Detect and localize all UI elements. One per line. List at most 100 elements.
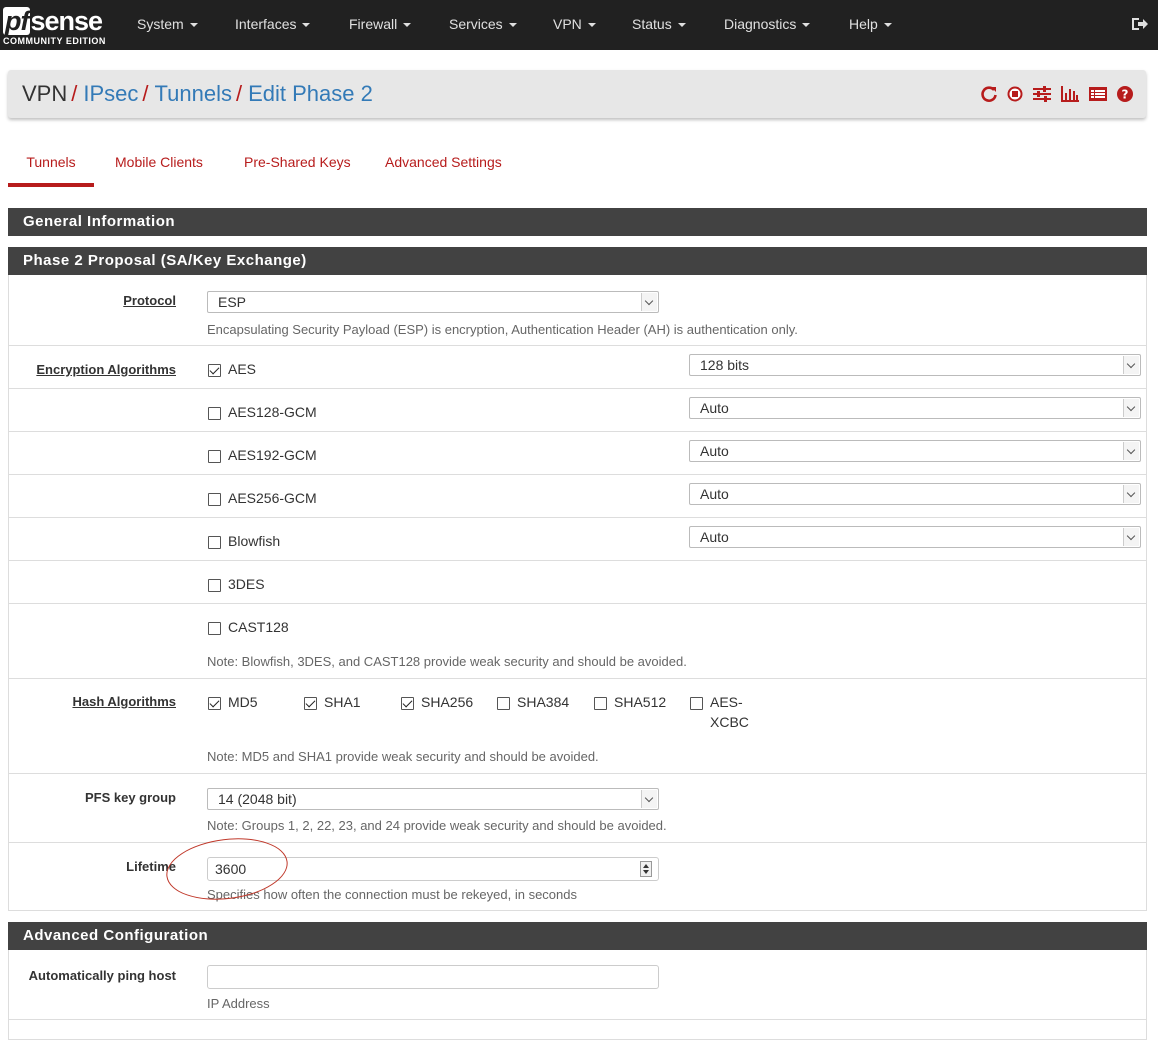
aes-xcbc-checkbox[interactable] <box>690 697 703 710</box>
md5-checkbox[interactable] <box>208 697 221 710</box>
aes-checkbox[interactable] <box>208 364 221 377</box>
aes192gcm-label: AES192-GCM <box>228 447 317 463</box>
spinner-arrows-icon[interactable] <box>640 861 652 877</box>
panel-header-advanced[interactable]: Advanced Configuration <box>8 922 1147 950</box>
md5-label: MD5 <box>228 694 258 710</box>
encryption-row-3des: 3DES <box>9 561 1146 604</box>
tab-pre-shared-keys[interactable]: Pre-Shared Keys <box>244 140 351 187</box>
aes-xcbc-label: AES- <box>710 694 743 710</box>
breadcrumb: VPN / IPsec / Tunnels / Edit Phase 2 <box>22 80 373 108</box>
svg-text:?: ? <box>1122 88 1129 102</box>
chevron-down-icon <box>641 293 657 311</box>
lifetime-row: Lifetime 3600 Specifies how often the co… <box>9 843 1146 910</box>
aes128gcm-checkbox[interactable] <box>208 407 221 420</box>
breadcrumb-edit-phase-2[interactable]: Edit Phase 2 <box>248 81 373 106</box>
pfs-note: Note: Groups 1, 2, 22, 23, and 24 provid… <box>207 818 667 833</box>
caret-down-icon <box>189 23 198 28</box>
sha512-label: SHA512 <box>614 694 667 710</box>
breadcrumb-separator: / <box>71 81 78 106</box>
caret-down-icon <box>677 23 686 28</box>
stop-service-icon[interactable] <box>1006 85 1024 105</box>
lifetime-input[interactable]: 3600 <box>207 857 659 881</box>
blowfish-keylen-select[interactable]: Auto <box>689 526 1141 548</box>
pfs-select[interactable]: 14 (2048 bit) <box>207 788 659 810</box>
pfsense-logo[interactable]: pfsense COMMUNITY EDITION <box>3 5 113 47</box>
cast128-checkbox[interactable] <box>208 622 221 635</box>
pfs-label: PFS key group <box>84 790 176 805</box>
chevron-down-icon <box>1123 399 1139 417</box>
breadcrumb-ipsec[interactable]: IPsec <box>83 81 138 106</box>
sha384-label: SHA384 <box>517 694 570 710</box>
phase2-panel: Protocol ESP Encapsulating Security Payl… <box>8 275 1147 911</box>
logout-icon[interactable] <box>1130 15 1148 33</box>
caret-down-icon <box>802 23 811 28</box>
hash-label: Hash Algorithms <box>72 694 176 709</box>
3des-checkbox[interactable] <box>208 579 221 592</box>
aes192gcm-checkbox[interactable] <box>208 450 221 463</box>
toolbar: ? <box>980 85 1134 105</box>
encryption-row-blowfish: Blowfish Auto <box>9 518 1146 561</box>
ping-host-input[interactable] <box>207 965 659 989</box>
caret-down-icon <box>302 23 311 28</box>
sha1-checkbox[interactable] <box>304 697 317 710</box>
list-log-icon[interactable] <box>1088 85 1108 105</box>
aes256gcm-checkbox[interactable] <box>208 493 221 506</box>
advanced-panel: Automatically ping host IP Address <box>8 950 1147 1040</box>
panel-header-general[interactable]: General Information <box>8 208 1147 236</box>
breadcrumb-separator: / <box>142 81 149 106</box>
encryption-row-cast128: CAST128 Note: Blowfish, 3DES, and CAST12… <box>9 604 1146 679</box>
caret-down-icon <box>508 23 517 28</box>
sliders-icon[interactable] <box>1032 85 1052 105</box>
logo-prefix: pf <box>3 6 31 36</box>
help-icon[interactable]: ? <box>1116 85 1134 105</box>
aes-label: AES <box>228 361 257 377</box>
breadcrumb-vpn: VPN <box>22 81 68 106</box>
nav-vpn[interactable]: VPN <box>553 0 596 50</box>
chevron-down-icon <box>1123 442 1139 460</box>
cast128-label: CAST128 <box>228 619 289 635</box>
tab-advanced-settings[interactable]: Advanced Settings <box>385 140 502 187</box>
breadcrumb-separator: / <box>235 81 243 106</box>
aes128gcm-keylen-select[interactable]: Auto <box>689 397 1141 419</box>
tab-bar: Tunnels Mobile Clients Pre-Shared Keys A… <box>8 140 1148 187</box>
logo-edition: COMMUNITY EDITION <box>3 36 106 46</box>
blowfish-checkbox[interactable] <box>208 536 221 549</box>
encryption-row-aes256gcm: AES256-GCM Auto <box>9 475 1146 518</box>
sha256-checkbox[interactable] <box>401 697 414 710</box>
tab-mobile-clients[interactable]: Mobile Clients <box>115 140 203 187</box>
sha512-checkbox[interactable] <box>594 697 607 710</box>
encryption-label: Encryption Algorithms <box>36 362 176 377</box>
nav-diagnostics[interactable]: Diagnostics <box>724 0 811 50</box>
aes-keylen-select[interactable]: 128 bits <box>689 354 1141 376</box>
pfs-row: PFS key group 14 (2048 bit) Note: Groups… <box>9 774 1146 843</box>
blowfish-label: Blowfish <box>228 533 281 549</box>
protocol-select[interactable]: ESP <box>207 291 659 313</box>
ping-host-label: Automatically ping host <box>28 968 176 983</box>
caret-down-icon <box>403 23 412 28</box>
breadcrumb-tunnels[interactable]: Tunnels <box>155 81 232 106</box>
caret-down-icon <box>587 23 596 28</box>
chevron-down-icon <box>641 790 657 808</box>
bar-chart-icon[interactable] <box>1060 85 1080 105</box>
nav-system[interactable]: System <box>137 0 198 50</box>
aes192gcm-keylen-select[interactable]: Auto <box>689 440 1141 462</box>
hash-row: Hash Algorithms MD5 SHA1 SHA256 SHA384 S… <box>9 679 1146 774</box>
restart-service-icon[interactable] <box>980 85 998 105</box>
protocol-row: Protocol ESP Encapsulating Security Payl… <box>9 275 1146 346</box>
aes128gcm-label: AES128-GCM <box>228 404 317 420</box>
aes-xcbc-label-line2: XCBC <box>710 714 749 730</box>
nav-interfaces[interactable]: Interfaces <box>235 0 311 50</box>
protocol-label: Protocol <box>123 293 176 308</box>
panel-header-phase2[interactable]: Phase 2 Proposal (SA/Key Exchange) <box>8 247 1147 275</box>
aes256gcm-keylen-select[interactable]: Auto <box>689 483 1141 505</box>
nav-help[interactable]: Help <box>849 0 892 50</box>
nav-firewall[interactable]: Firewall <box>349 0 412 50</box>
nav-status[interactable]: Status <box>632 0 686 50</box>
tab-tunnels[interactable]: Tunnels <box>8 140 94 187</box>
nav-services[interactable]: Services <box>449 0 517 50</box>
sha384-checkbox[interactable] <box>497 697 510 710</box>
ping-host-row: Automatically ping host IP Address <box>9 950 1146 1020</box>
chevron-down-icon <box>1123 528 1139 546</box>
top-navbar: pfsense COMMUNITY EDITION System Interfa… <box>0 0 1158 50</box>
lifetime-label: Lifetime <box>126 859 176 874</box>
